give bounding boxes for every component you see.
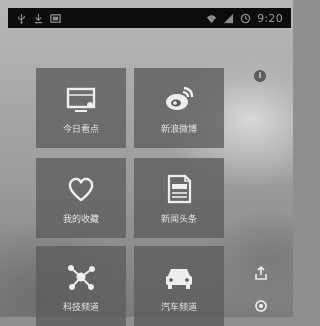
clock-time: 9:20 [257, 11, 283, 25]
tile-label: 新闻头条 [160, 214, 197, 225]
tile-label: 我的收藏 [62, 214, 99, 225]
tile-label: 今日看点 [62, 124, 99, 135]
wifi-icon [207, 14, 217, 23]
usb-icon [18, 13, 25, 24]
tile-label: 汽车频道 [160, 302, 197, 313]
heart-icon [68, 177, 94, 201]
status-left-icons [16, 13, 61, 24]
weibo-icon [166, 86, 194, 110]
status-bar: 9:20 [8, 8, 291, 28]
tile-label: 科技频道 [62, 302, 99, 313]
tile-my-favorites[interactable]: 我的收藏 [36, 158, 126, 238]
signal-icon [224, 13, 234, 23]
info-badge-icon[interactable]: i [254, 70, 266, 82]
car-icon [166, 268, 192, 289]
newspaper-icon [167, 174, 192, 203]
network-icon [68, 264, 95, 290]
tile-sina-weibo[interactable]: 新浪微博 [134, 68, 224, 148]
tile-today-highlights[interactable]: 今日看点 [36, 68, 126, 148]
tile-tech-channel[interactable]: 科技频道 [36, 246, 126, 326]
tv-icon [66, 87, 96, 112]
tile-label: 新浪微博 [160, 124, 197, 135]
tile-auto-channel[interactable]: 汽车频道 [134, 246, 224, 326]
download-icon [34, 13, 43, 23]
screenshot-icon [50, 13, 61, 23]
settings-icon[interactable] [253, 298, 269, 314]
tile-news-headlines[interactable]: 新闻头条 [134, 158, 224, 238]
share-icon[interactable] [253, 265, 269, 281]
sync-icon [240, 13, 251, 23]
status-right-icons: 9:20 [206, 12, 283, 25]
